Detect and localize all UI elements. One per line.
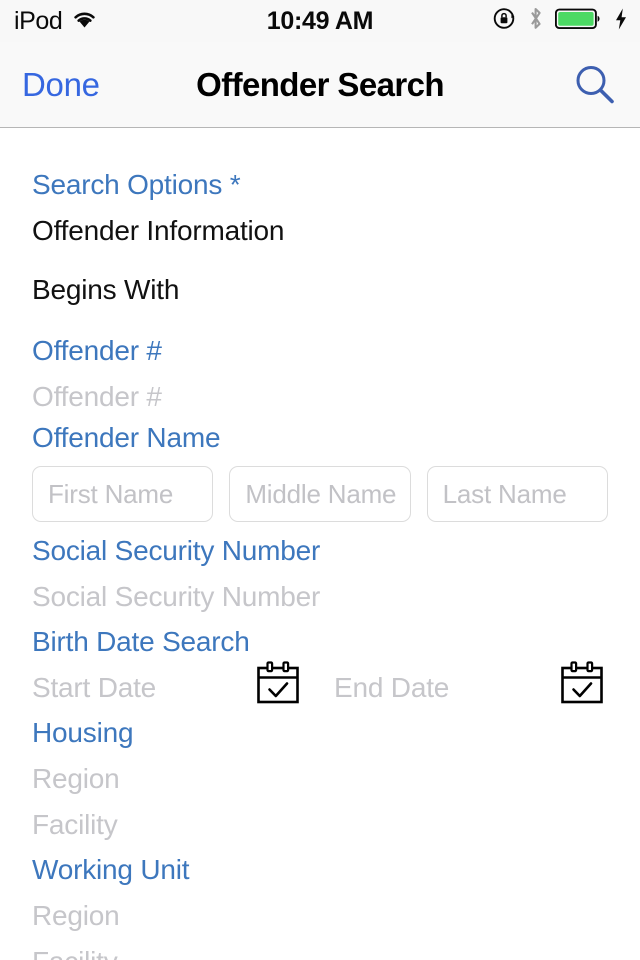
calendar-check-icon[interactable] [254,659,302,707]
ssn-label: Social Security Number [32,535,321,566]
charging-bolt-icon [614,7,628,36]
navigation-bar: Done Offender Search [0,42,640,128]
search-options-label: Search Options * [32,169,241,200]
offender-number-label: Offender # [32,335,162,366]
offender-name-label: Offender Name [32,422,221,453]
housing-facility-select[interactable]: Facility [32,809,118,841]
rotation-lock-icon [492,6,517,36]
middle-name-input[interactable]: Middle Name [229,466,411,522]
birth-date-search-label: Birth Date Search [32,626,250,657]
status-bar: iPod 10:49 AM [0,0,640,42]
offender-information-value[interactable]: Offender Information [32,215,284,247]
search-icon[interactable] [572,62,618,108]
housing-label: Housing [32,717,134,748]
offender-name-row: First Name Middle Name Last Name [32,466,608,522]
offender-number-input[interactable]: Offender # [32,381,162,413]
working-unit-region-select[interactable]: Region [32,900,120,932]
first-name-input[interactable]: First Name [32,466,214,522]
page-title: Offender Search [196,65,444,103]
calendar-check-icon[interactable] [558,659,606,707]
bluetooth-icon [528,6,544,36]
status-bar-right [492,6,628,36]
last-name-input[interactable]: Last Name [426,466,608,522]
begins-with-value[interactable]: Begins With [32,274,179,306]
working-unit-label: Working Unit [32,854,190,885]
battery-icon [554,7,603,36]
search-form: Search Options * Offender Information Be… [0,129,640,960]
ssn-input[interactable]: Social Security Number [32,581,320,613]
end-date-input[interactable]: End Date [334,672,449,704]
housing-region-select[interactable]: Region [32,763,120,795]
working-unit-facility-select[interactable]: Facility [32,946,118,960]
start-date-input[interactable]: Start Date [32,672,156,704]
app-screen: iPod 10:49 AM Done Offender Search Searc… [0,0,640,960]
